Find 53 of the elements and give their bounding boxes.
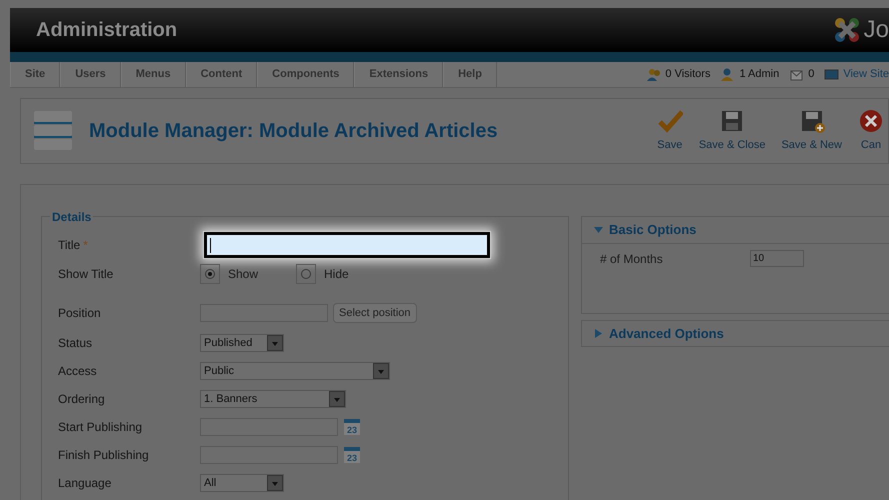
menu-item[interactable]: Extensions	[354, 62, 444, 87]
cancel-icon	[858, 108, 884, 133]
field-label: Language	[58, 475, 112, 492]
panel-header[interactable]: Advanced Options	[582, 320, 889, 346]
radio-button[interactable]	[296, 264, 316, 284]
dropdown-field[interactable]: Public	[200, 362, 390, 380]
field-label: Start Publishing	[58, 419, 144, 436]
field-label: Status	[58, 335, 94, 352]
menu-item[interactable]: Users	[60, 62, 121, 87]
select-position-button[interactable]: Select position	[333, 302, 417, 324]
toolbar-button[interactable]: Save & Close	[694, 108, 770, 154]
field-label: Title *	[58, 237, 89, 254]
dropdown-field[interactable]: All	[200, 474, 284, 492]
field-label: Access	[58, 363, 98, 380]
menu-item[interactable]: Components	[257, 62, 354, 87]
status-text: 0 Visitors	[665, 67, 710, 82]
status-text: 0	[808, 67, 814, 82]
header-title: Administration	[36, 18, 178, 43]
expanded-icon	[594, 225, 603, 234]
dropdown-field[interactable]: 1. Banners	[200, 390, 346, 408]
check-icon	[656, 108, 683, 133]
menu-item[interactable]: Site	[10, 62, 60, 87]
field-label: Show Title	[58, 266, 114, 283]
cancel-button[interactable]: Can	[854, 108, 888, 154]
panel-title: Advanced Options	[609, 324, 724, 343]
monitor-icon	[824, 67, 840, 82]
menu-item[interactable]: Help	[443, 62, 497, 87]
radio-label: Hide	[324, 266, 349, 283]
menu-item[interactable]: Menus	[120, 62, 186, 87]
visitors-icon	[646, 67, 662, 82]
menu-item[interactable]: Content	[186, 62, 258, 87]
panel-title: Basic Options	[609, 221, 696, 239]
toolbar-button[interactable]: Save	[652, 108, 687, 154]
text-field[interactable]	[204, 232, 490, 258]
view-site-link[interactable]: View Site	[843, 66, 889, 83]
dropdown-field[interactable]: Published	[200, 334, 284, 352]
radio-label: Show	[228, 266, 258, 283]
toolbar-button[interactable]: Save & New	[777, 108, 846, 154]
radio-button[interactable]	[200, 264, 220, 284]
module-icon	[33, 110, 73, 152]
calendar-icon[interactable]: 23	[343, 446, 361, 464]
field-label: Ordering	[58, 391, 106, 408]
panel-header[interactable]: Basic Options	[582, 217, 889, 242]
field-label: # of Months	[600, 250, 664, 268]
page-title: Module Manager: Module Archived Articles	[89, 119, 498, 144]
calendar-icon[interactable]: 23	[343, 418, 361, 436]
admin-icon	[720, 67, 736, 82]
logo-text: Jo	[864, 15, 889, 45]
field-label: Position	[58, 305, 102, 322]
field-label: Finish Publishing	[58, 447, 150, 464]
status-text: 1 Admin	[739, 67, 780, 82]
collapsed-icon	[594, 328, 603, 338]
text-field[interactable]: 10	[750, 250, 804, 267]
